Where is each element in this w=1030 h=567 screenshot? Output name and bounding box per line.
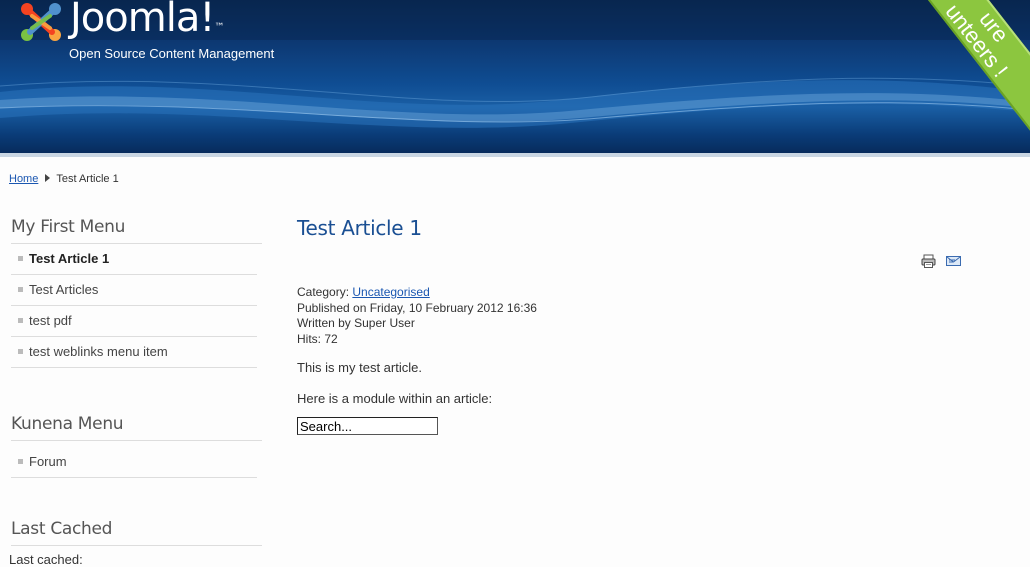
article-category: Category: Uncategorised — [297, 285, 430, 299]
article-paragraph: Here is a module within an article: — [297, 391, 493, 406]
my-first-menu-list: Test Article 1 Test Articles test pdf te… — [11, 244, 257, 368]
kunena-menu-module: Kunena Menu Forum — [11, 414, 262, 478]
bullet-icon — [18, 287, 23, 293]
breadcrumb-current: Test Article 1 — [56, 173, 119, 185]
bullet-icon — [18, 256, 23, 262]
menu-item-test-article-1[interactable]: Test Article 1 — [11, 244, 257, 275]
site-header: Joomla!™ Open Source Content Management … — [0, 0, 1030, 153]
search-input[interactable] — [297, 417, 438, 435]
category-link[interactable]: Uncategorised — [352, 285, 429, 299]
menu-item-test-pdf[interactable]: test pdf — [11, 306, 257, 337]
my-first-menu-module: My First Menu Test Article 1 Test Articl… — [11, 217, 262, 368]
menu-item-test-articles[interactable]: Test Articles — [11, 275, 257, 306]
joomla-logo-icon[interactable] — [18, 0, 64, 44]
menu-item-test-weblinks[interactable]: test weblinks menu item — [11, 337, 257, 368]
breadcrumb: Home Test Article 1 — [9, 173, 119, 185]
article-paragraph: This is my test article. — [297, 360, 422, 375]
bullet-icon — [18, 459, 23, 465]
email-icon[interactable] — [946, 254, 962, 272]
module-title: My First Menu — [11, 217, 262, 244]
kunena-menu-list: Forum — [11, 441, 257, 478]
article-action-icons — [921, 254, 967, 273]
site-tagline: Open Source Content Management — [69, 46, 275, 61]
module-title: Kunena Menu — [11, 414, 262, 441]
article-info: Category: Uncategorised Published on Fri… — [297, 285, 537, 347]
article-title: Test Article 1 — [297, 216, 422, 240]
article-body: This is my test article. Here is a modul… — [297, 360, 492, 420]
article-published-date: Published on Friday, 10 February 2012 16… — [297, 300, 537, 315]
breadcrumb-arrow-icon — [45, 174, 51, 182]
joomla-wordmark[interactable]: Joomla!™ — [70, 0, 224, 44]
article-author: Written by Super User — [297, 316, 415, 330]
bullet-icon — [18, 318, 23, 324]
bullet-icon — [18, 349, 23, 355]
menu-item-forum[interactable]: Forum — [11, 441, 257, 478]
last-cached-text: Last cached: — [9, 552, 83, 567]
article-hits: Hits: 72 — [297, 331, 338, 346]
header-divider — [0, 153, 1030, 157]
module-title: Last Cached — [11, 519, 262, 546]
breadcrumb-home-link[interactable]: Home — [9, 173, 38, 185]
last-cached-module: Last Cached Last cached: — [9, 519, 262, 567]
print-icon[interactable] — [921, 254, 936, 273]
